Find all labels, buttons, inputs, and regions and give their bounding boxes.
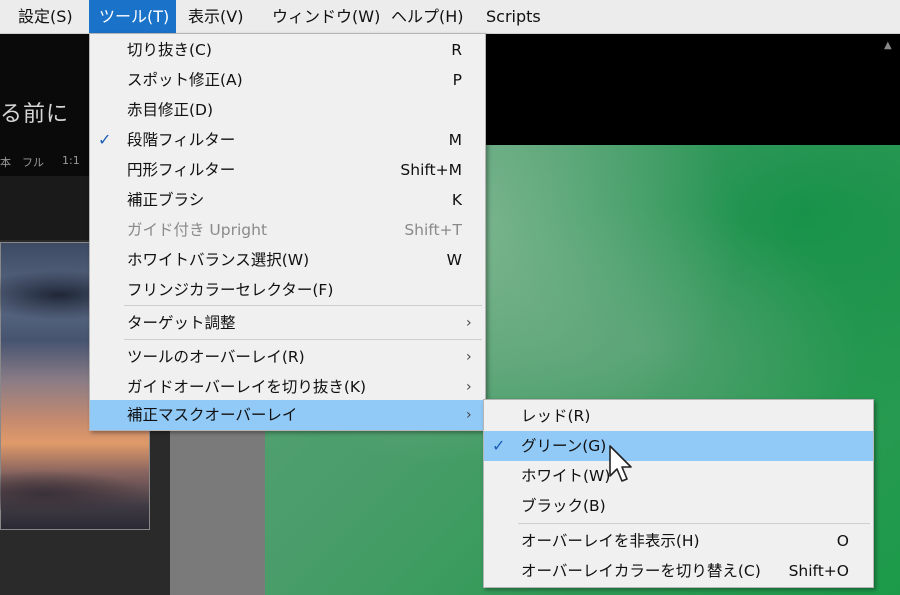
view-mode-bar: 本 フル 1:1 xyxy=(0,150,90,172)
panel-title: る前に xyxy=(0,102,70,127)
menu-scripts[interactable]: Scripts xyxy=(476,0,551,33)
menu-item-red-eye[interactable]: 赤目修正(D) xyxy=(90,95,485,125)
menu-separator xyxy=(124,305,482,306)
menu-item-crop[interactable]: 切り抜き(C) R xyxy=(90,35,485,65)
view-mode-option[interactable]: 本 xyxy=(0,154,11,170)
menu-item-tool-overlay[interactable]: ツールのオーバーレイ(R) › xyxy=(90,342,485,372)
menu-separator xyxy=(518,523,870,524)
mask-overlay-submenu: レッド(R) ✓ グリーン(G) ホワイト(W) ブラック(B) オーバーレイを… xyxy=(483,399,874,588)
view-mode-full[interactable]: フル xyxy=(22,154,44,170)
menu-item-graduated-filter[interactable]: ✓ 段階フィルター M xyxy=(90,125,485,155)
checkmark-icon: ✓ xyxy=(98,130,112,149)
submenu-item-green[interactable]: ✓ グリーン(G) xyxy=(484,431,873,461)
menu-item-mask-overlay[interactable]: 補正マスクオーバーレイ › xyxy=(90,400,485,430)
menu-item-spot-removal[interactable]: スポット修正(A) P xyxy=(90,65,485,95)
menu-tools[interactable]: ツール(T) xyxy=(89,0,176,33)
menu-item-guided-upright: ガイド付き Upright Shift+T xyxy=(127,221,462,239)
menu-separator xyxy=(124,339,482,340)
menu-bar: 設定(S) ツール(T) 表示(V) ウィンドウ(W) ヘルプ(H) Scrip… xyxy=(0,0,900,34)
view-mode-1to1[interactable]: 1:1 xyxy=(62,154,80,167)
tools-menu: 切り抜き(C) R スポット修正(A) P 赤目修正(D) ✓ 段階フィルター … xyxy=(89,33,486,431)
menu-item-radial-filter[interactable]: 円形フィルター Shift+M xyxy=(90,155,485,185)
menu-item-target-adjust[interactable]: ターゲット調整 › xyxy=(90,308,485,338)
menu-item-adjustment-brush[interactable]: 補正ブラシ K xyxy=(90,185,485,215)
checkmark-icon: ✓ xyxy=(492,436,506,455)
menu-window[interactable]: ウィンドウ(W) xyxy=(262,0,390,33)
submenu-item-white[interactable]: ホワイト(W) xyxy=(484,461,873,491)
menu-item-white-balance[interactable]: ホワイトバランス選択(W) W xyxy=(90,245,485,275)
submenu-item-hide-overlay[interactable]: オーバーレイを非表示(H) O xyxy=(484,526,873,556)
chevron-right-icon: › xyxy=(466,349,472,365)
chevron-right-icon: › xyxy=(466,407,472,423)
chevron-right-icon: › xyxy=(466,315,472,331)
mouse-pointer-icon xyxy=(609,445,632,482)
chevron-right-icon: › xyxy=(466,379,472,395)
menu-item-fringe-selector[interactable]: フリンジカラーセレクター(F) xyxy=(90,275,485,305)
submenu-item-red[interactable]: レッド(R) xyxy=(484,401,873,431)
scroll-up-icon[interactable]: ▲ xyxy=(884,40,892,51)
submenu-item-black[interactable]: ブラック(B) xyxy=(484,491,873,521)
menu-view[interactable]: 表示(V) xyxy=(178,0,253,33)
menu-settings[interactable]: 設定(S) xyxy=(8,0,83,33)
menu-help[interactable]: ヘルプ(H) xyxy=(381,0,474,33)
preview-cloud-low xyxy=(0,470,148,510)
menu-item-crop-guide-overlay[interactable]: ガイドオーバーレイを切り抜き(K) › xyxy=(90,372,485,402)
submenu-item-toggle-color[interactable]: オーバーレイカラーを切り替え(C) Shift+O xyxy=(484,556,873,586)
